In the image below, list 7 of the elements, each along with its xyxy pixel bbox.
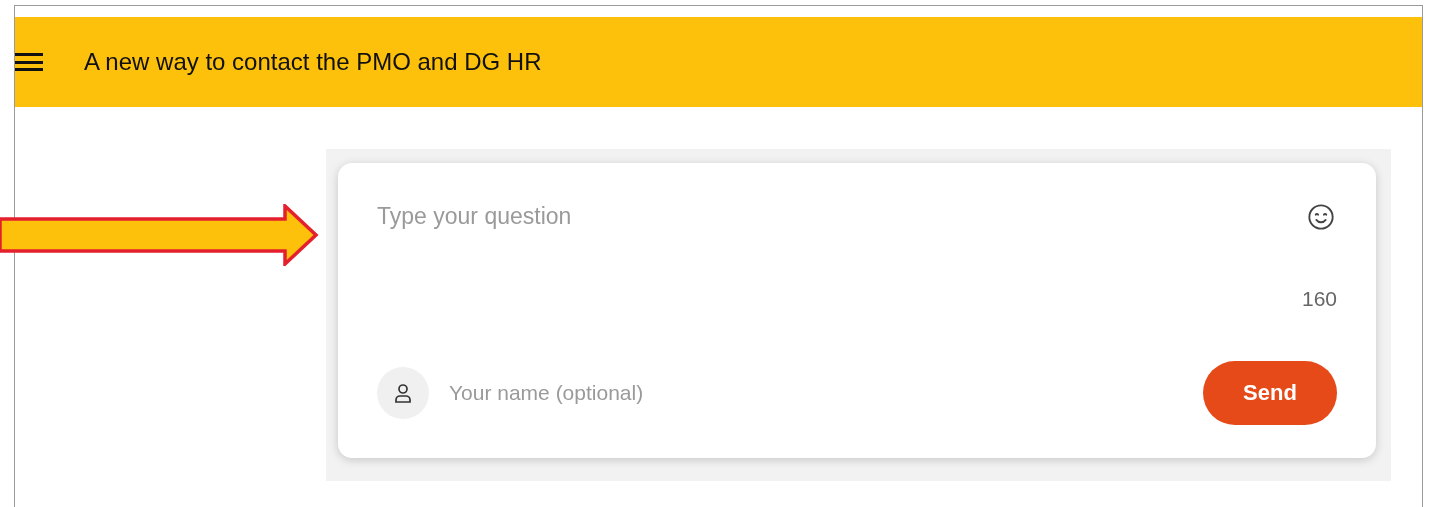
smiley-icon[interactable] <box>1307 203 1335 231</box>
name-field[interactable]: Your name (optional) <box>449 376 1203 409</box>
send-button[interactable]: Send <box>1203 360 1337 425</box>
menu-icon[interactable] <box>15 52 43 72</box>
question-field[interactable]: Type your question <box>377 199 1307 279</box>
header-title: A new way to contact the PMO and DG HR <box>84 47 542 77</box>
character-counter: 160 <box>1301 286 1337 312</box>
